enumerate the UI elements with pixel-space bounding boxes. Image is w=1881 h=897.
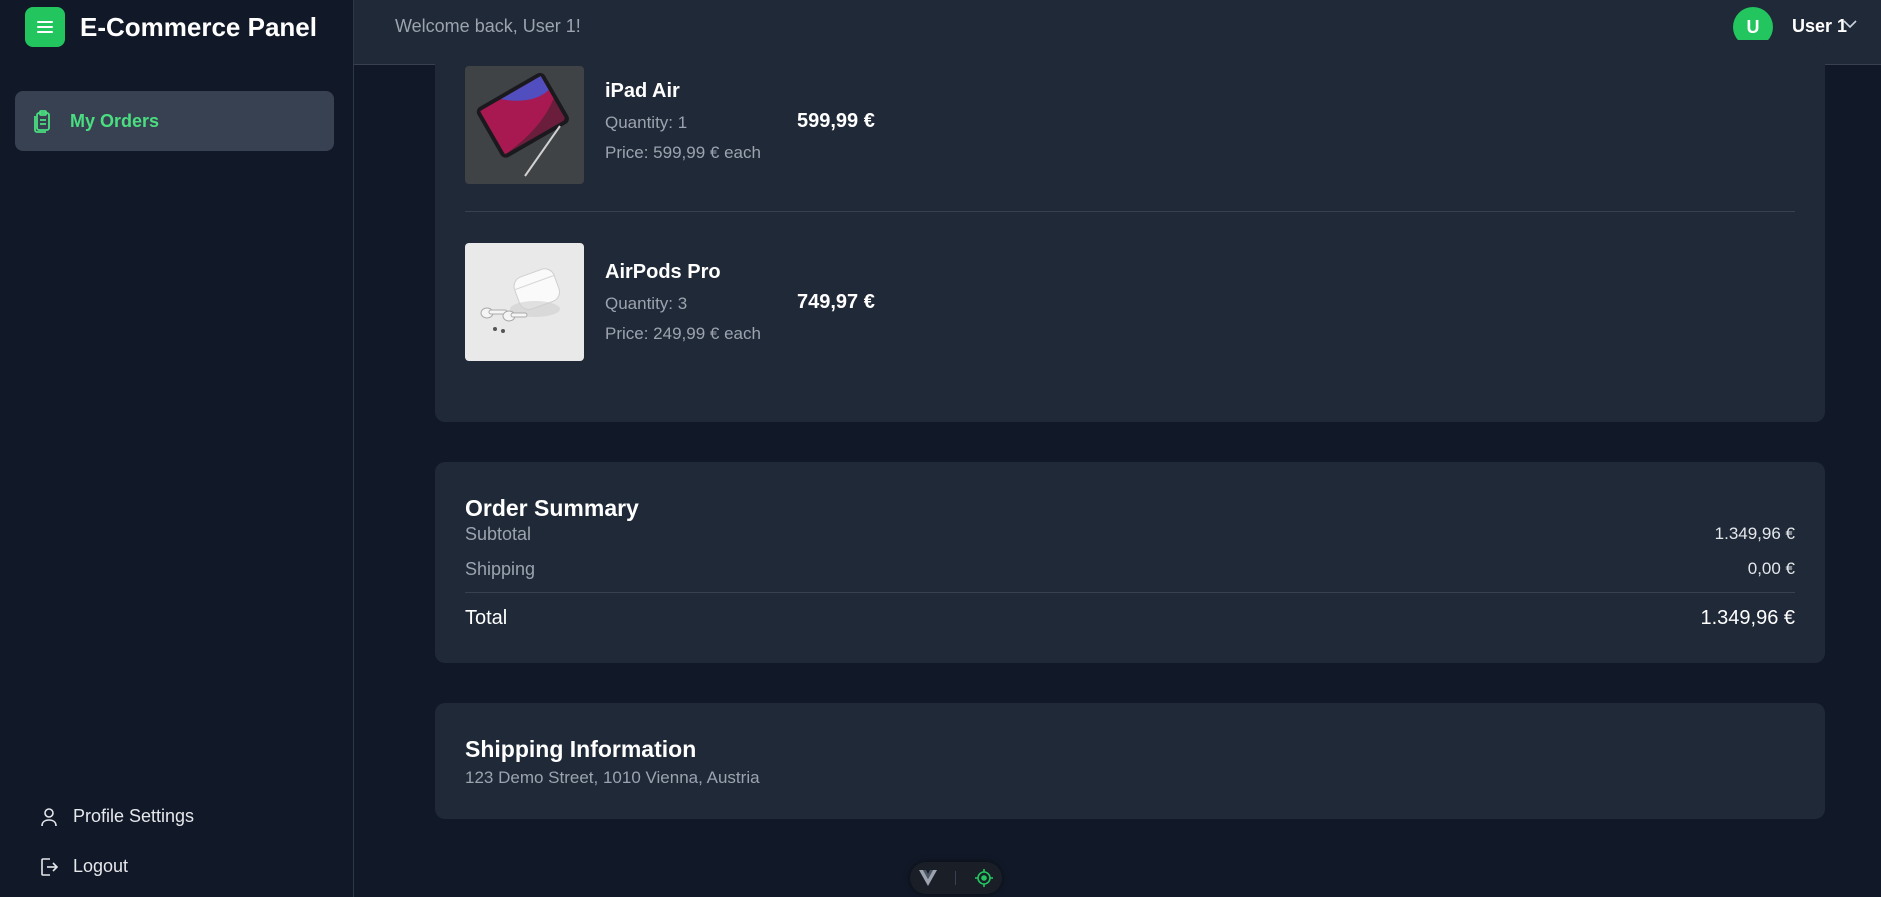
item-unit-price: Price: 599,99 € each [605,143,761,162]
shipping-value: 0,00 € [1747,559,1795,578]
toolbar-divider [955,871,957,885]
shipping-info-card: Shipping Information 123 Demo Street, 10… [435,703,1825,819]
dev-toolbar[interactable] [910,862,1002,894]
shipping-label: Shipping [465,559,536,579]
item-quantity: Quantity: 1 [605,113,688,132]
shipping-info-title: Shipping Information [465,736,697,762]
sidebar-item-my-orders[interactable]: My Orders [15,91,334,151]
welcome-message: Welcome back, User 1! [395,16,581,36]
subtotal-label: Subtotal [465,524,532,544]
shipping-address: 123 Demo Street, 1010 Vienna, Austria [465,768,760,787]
sidebar-item-label: Profile Settings [73,806,195,826]
brand: E-Commerce Panel [25,7,317,47]
target-icon[interactable] [974,869,993,887]
total-value: 1.349,96 € [1700,607,1795,629]
order-summary-title: Order Summary [465,495,639,521]
clipboard-icon [34,110,50,133]
sidebar-item-logout[interactable]: Logout [40,856,128,877]
item-name: iPad Air [605,80,680,102]
sidebar-item-profile-settings[interactable]: Profile Settings [40,806,194,827]
order-items-card: iPad Air Quantity: 1 Price: 599,99 € eac… [435,40,1825,422]
order-summary-card: Order Summary Subtotal 1.349,96 € Shippi… [435,462,1825,663]
item-name: AirPods Pro [605,261,721,283]
airpods-image [465,243,584,361]
item-divider [465,211,1795,212]
menu-toggle-button[interactable] [25,7,65,47]
sidebar-item-label: Logout [73,856,129,876]
item-unit-price: Price: 249,99 € each [605,324,761,343]
total-label: Total [465,607,508,629]
subtotal-value: 1.349,96 € [1714,524,1795,543]
item-total: 749,97 € [797,291,875,313]
item-total: 599,99 € [797,110,875,132]
user-icon [41,807,57,826]
summary-divider [465,592,1795,593]
user-menu-button[interactable]: User 1 [1792,16,1847,37]
ipad-image [465,66,584,184]
app-title: E-Commerce Panel [80,11,317,42]
hamburger-icon [37,21,53,33]
sidebar: E-Commerce Panel My Orders Profile Setti… [0,0,354,897]
logout-icon [41,857,58,876]
vue-logo-icon[interactable] [919,870,938,886]
sidebar-item-label: My Orders [70,110,160,131]
chevron-down-icon[interactable] [1842,18,1858,30]
item-quantity: Quantity: 3 [605,294,688,313]
